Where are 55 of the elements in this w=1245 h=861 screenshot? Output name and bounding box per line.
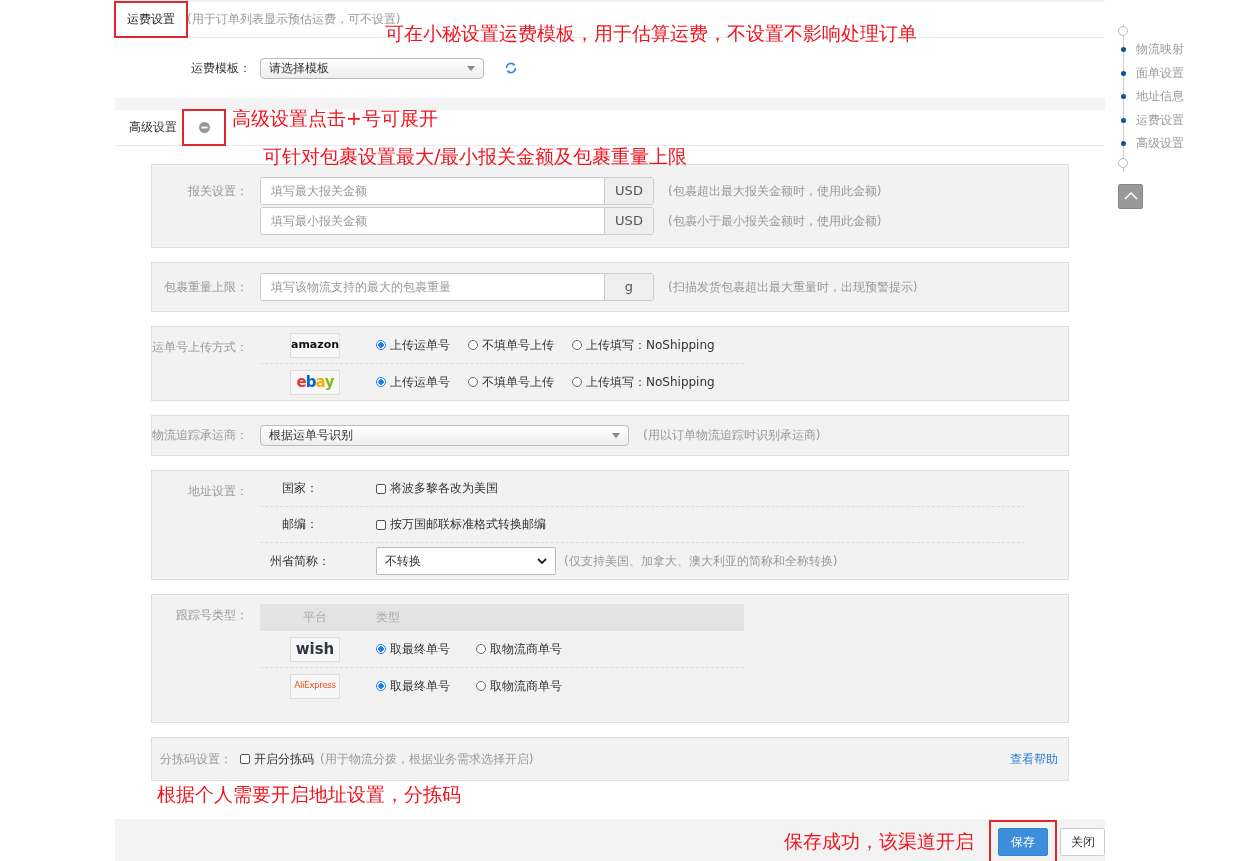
annotation-text: 可针对包裹设置最大/最小报关金额及包裹重量上限: [263, 145, 688, 169]
platform-logo: ebay: [290, 369, 340, 395]
field-label: 运单号上传方式：: [152, 340, 248, 355]
chevron-icon: [537, 558, 547, 564]
field-label: 邮编：: [281, 517, 319, 532]
checkbox-option[interactable]: 开启分拣码: [240, 751, 314, 767]
close-button[interactable]: 关闭: [1060, 828, 1105, 856]
dropdown-icon: [467, 65, 475, 71]
field-note: (用于物流分拨，根据业务需求选择开启): [320, 751, 535, 767]
refresh-icon[interactable]: [504, 61, 518, 75]
field-note: (用以订单物流追踪时识别承运商): [643, 428, 821, 443]
back-to-top-button[interactable]: [1118, 183, 1143, 209]
checkbox-option[interactable]: 将波多黎各改为美国: [376, 481, 498, 496]
radio-option[interactable]: 上传填写：NoShipping: [572, 374, 715, 390]
radio-option[interactable]: 不填单号上传: [468, 374, 554, 390]
radio-option[interactable]: 不填单号上传: [468, 337, 554, 353]
template-select[interactable]: 请选择模板: [260, 57, 484, 79]
field-label: 国家：: [281, 481, 319, 496]
platform-logo: wish: [290, 636, 340, 662]
annotation-text: 保存成功，该渠道开启: [784, 830, 974, 854]
platform-logo: amazon: [290, 332, 340, 358]
section-hint: (用于订单列表显示预估运费，可不设置): [187, 12, 401, 26]
help-link[interactable]: 查看帮助: [1010, 751, 1058, 767]
collapse-icon[interactable]: [198, 122, 210, 133]
field-label: 报关设置：: [187, 184, 248, 199]
field-label: 物流追踪承运商：: [152, 428, 248, 443]
field-note: (包裹小于最小报关金额时，使用此金额): [668, 213, 882, 229]
radio-option[interactable]: 取最终单号: [376, 678, 450, 694]
annotation-text: 根据个人需要开启地址设置，分拣码: [157, 783, 461, 807]
field-note: (扫描发货包裹超出最大重量时，出现预警提示): [668, 279, 918, 295]
annotation-text: 高级设置点击+号可展开: [232, 107, 438, 131]
radio-option[interactable]: 上传运单号: [376, 374, 450, 390]
radio-option[interactable]: 取最终单号: [376, 641, 450, 657]
platform-logo: AliExpress: [290, 673, 340, 699]
field-label: 地址设置：: [187, 484, 248, 499]
timeline-start-icon: [1118, 26, 1128, 36]
radio-option[interactable]: 取物流商单号: [476, 678, 562, 694]
field-label: 运费模板：: [191, 60, 252, 76]
section-title: 高级设置: [128, 120, 177, 135]
state-select[interactable]: 不转换: [376, 547, 556, 575]
timeline-end-icon: [1118, 157, 1128, 168]
field-note: (仅支持美国、加拿大、澳大利亚的简称和全称转换): [564, 553, 838, 569]
field-label: 包裹重量上限：: [163, 280, 248, 295]
radio-option[interactable]: 取物流商单号: [476, 641, 562, 657]
checkbox-option[interactable]: 按万国邮联标准格式转换邮编: [376, 517, 546, 532]
field-label: 分拣码设置：: [160, 751, 232, 767]
field-label: 州省简称：: [269, 553, 331, 569]
field-note: (包裹超出最大报关金额时，使用此金额): [668, 183, 882, 199]
chevron-up-icon: [1123, 192, 1138, 200]
radio-option[interactable]: 上传运单号: [376, 337, 450, 353]
section-title: 运费设置: [115, 2, 187, 37]
carrier-select[interactable]: 根据运单号识别: [260, 425, 629, 446]
dropdown-icon: [612, 433, 620, 438]
radio-option[interactable]: 上传填写：NoShipping: [572, 337, 715, 353]
field-label: 跟踪号类型：: [175, 608, 248, 623]
